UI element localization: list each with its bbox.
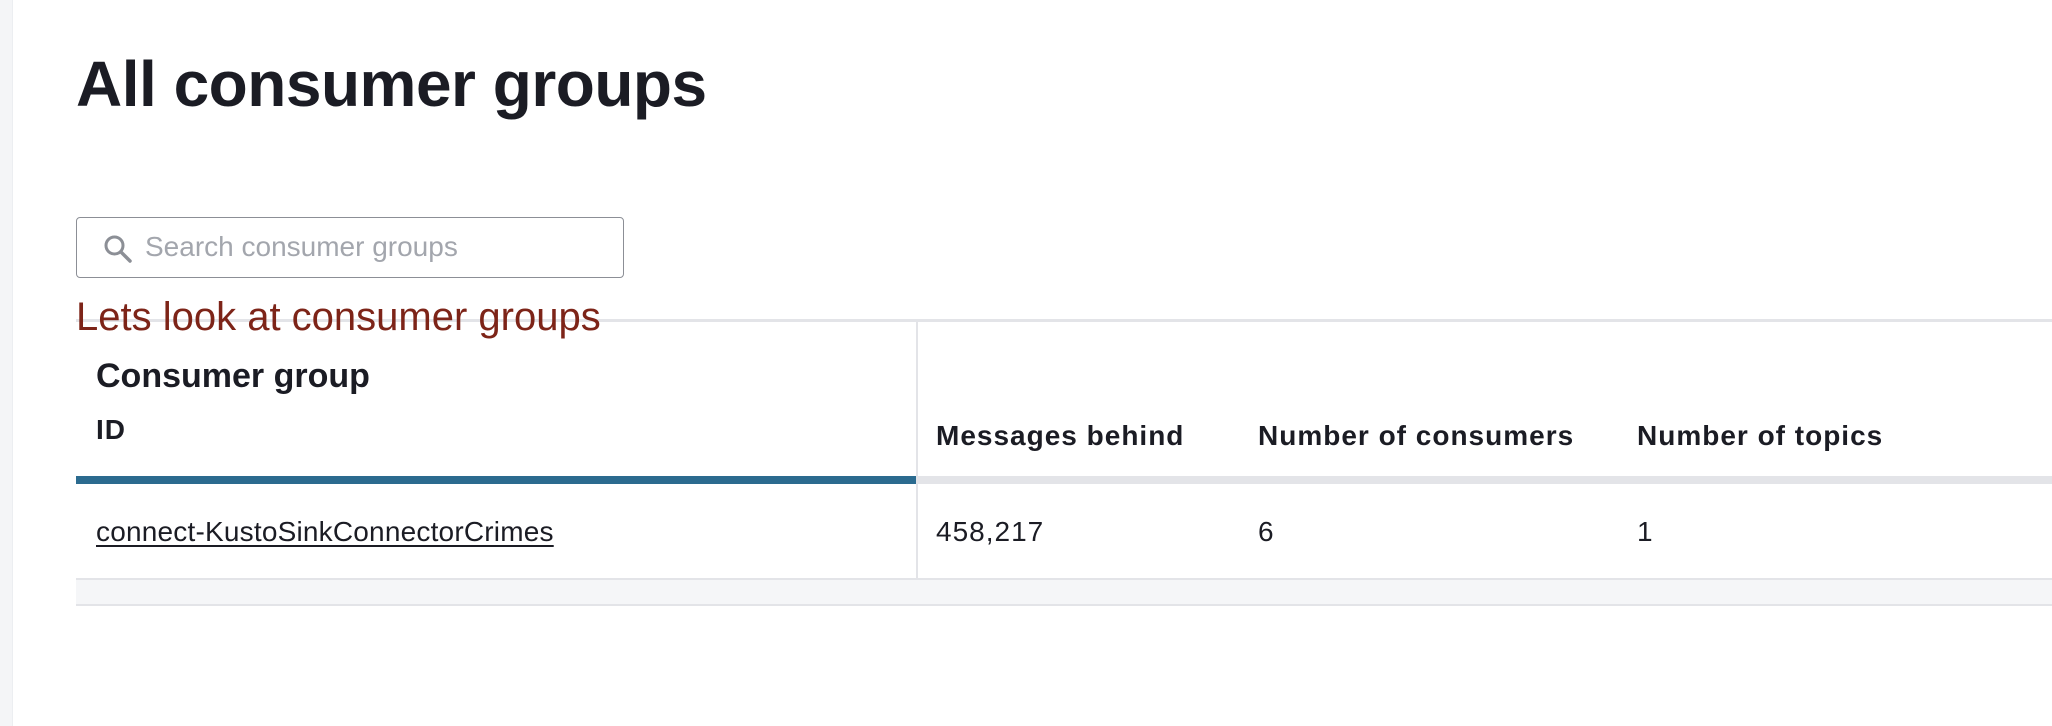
header-bottom-bar [916,476,2052,484]
column-divider [916,322,918,606]
consumer-groups-table: Consumer group ID Messages behind Number… [76,319,2052,606]
annotation-text: Lets look at consumer groups [76,295,601,339]
column-header-id[interactable]: Consumer group ID [96,355,370,447]
page-title: All consumer groups [76,48,707,120]
column-header-messages-behind[interactable]: Messages behind [936,419,1184,453]
column-header-number-of-consumers[interactable]: Number of consumers [1258,419,1574,453]
column-header-number-of-topics[interactable]: Number of topics [1637,419,1883,453]
search-icon [103,234,133,264]
messages-behind-cell: 458,217 [936,516,1045,547]
search-box[interactable] [76,217,624,278]
id-header-label: ID [96,414,126,445]
table-footer [76,580,2052,604]
number-of-topics-cell: 1 [1637,516,1654,547]
consumer-group-link[interactable]: connect-KustoSinkConnectorCrimes [96,515,554,549]
search-input[interactable] [145,218,605,276]
table-bottom-border [76,604,2052,606]
active-sort-indicator [76,476,916,484]
number-of-consumers-cell: 6 [1258,516,1275,547]
group-header-label: Consumer group [96,357,370,395]
left-edge-strip [0,0,13,726]
